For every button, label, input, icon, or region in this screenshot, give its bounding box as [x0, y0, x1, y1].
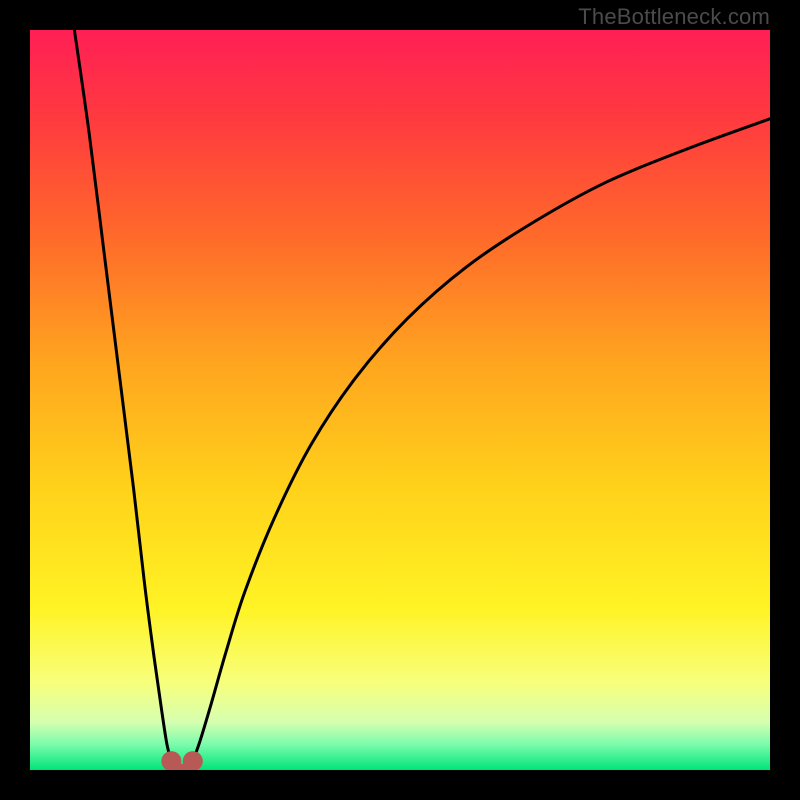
chart-svg [30, 30, 770, 770]
chart-frame: TheBottleneck.com [0, 0, 800, 800]
watermark-text: TheBottleneck.com [578, 4, 770, 30]
plot-area [30, 30, 770, 770]
gradient-background [30, 30, 770, 770]
